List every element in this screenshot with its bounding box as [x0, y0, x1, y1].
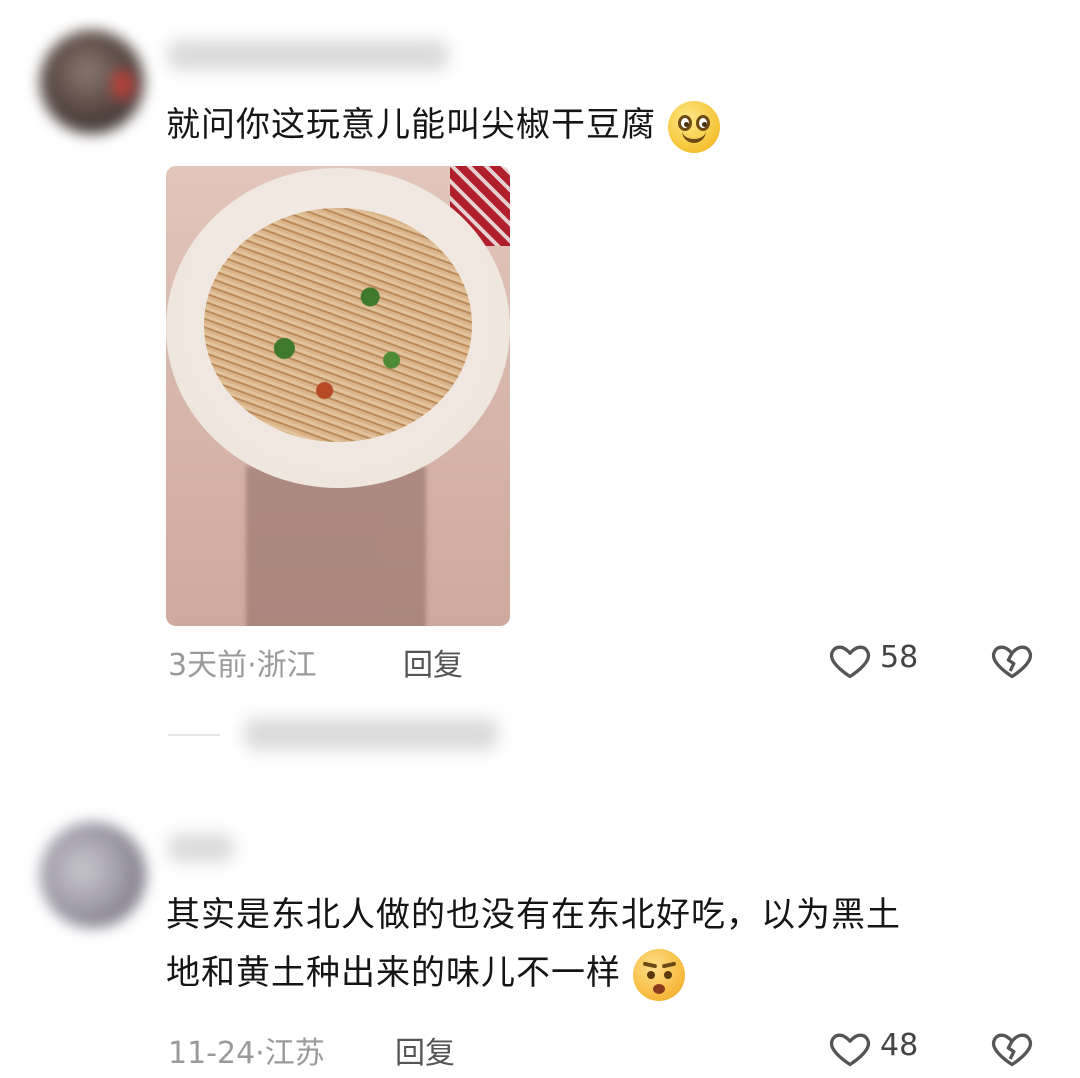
avatar[interactable]	[40, 822, 146, 928]
dislike-heart-icon[interactable]	[990, 1026, 1034, 1070]
reply-thread-divider	[168, 734, 220, 736]
reply-button[interactable]: 回复	[395, 1028, 455, 1072]
comment-meta: 3天前·浙江	[168, 648, 317, 683]
comment-text: 就问你这玩意儿能叫尖椒干豆腐	[166, 98, 720, 153]
comment-meta: 11-24·江苏	[168, 1036, 325, 1071]
smiling-face-icon	[667, 100, 720, 153]
heart-icon[interactable]	[828, 638, 872, 682]
comment-text-content: 就问你这玩意儿能叫尖椒干豆腐	[166, 105, 656, 145]
comment-text: 其实是东北人做的也没有在东北好吃，以为黑土 地和黄土种出来的味儿不一样	[166, 888, 1046, 1001]
doubtful-face-icon	[632, 948, 685, 1001]
comment-photo[interactable]	[166, 166, 510, 626]
comment-text-line: 其实是东北人做的也没有在东北好吃，以为黑土	[166, 895, 901, 935]
username-blurred[interactable]	[168, 40, 448, 70]
like-count: 48	[880, 1028, 919, 1063]
dislike-heart-icon[interactable]	[990, 638, 1034, 682]
like-count: 58	[880, 640, 919, 675]
photo-shadow	[246, 466, 426, 626]
username-blurred[interactable]	[168, 834, 234, 862]
expand-replies-blurred[interactable]	[244, 718, 498, 750]
reply-button[interactable]: 回复	[403, 640, 463, 684]
heart-icon[interactable]	[828, 1026, 872, 1070]
dish	[204, 208, 472, 442]
avatar[interactable]	[40, 30, 144, 134]
comment-text-line: 地和黄土种出来的味儿不一样	[166, 953, 621, 993]
